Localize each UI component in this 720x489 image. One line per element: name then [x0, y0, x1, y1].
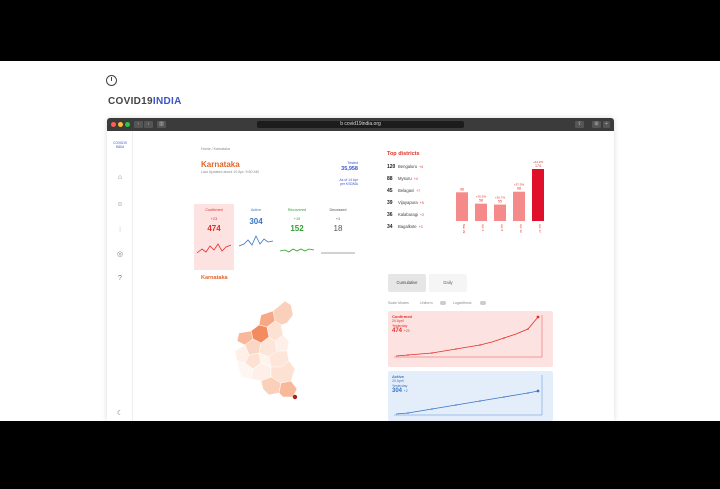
log-toggle[interactable] — [480, 301, 486, 305]
bar-chart-icon[interactable]: ⫶ — [116, 227, 124, 235]
bar[interactable] — [532, 169, 544, 221]
bar[interactable] — [456, 192, 468, 221]
uniform-toggle-label: Uniform — [420, 301, 433, 305]
district-row: 45 Belagavi +7 — [387, 188, 421, 194]
globe-icon[interactable]: ◎ — [116, 251, 124, 259]
bar-date-label: Apr 8 — [500, 224, 504, 232]
stat-label: Active — [250, 208, 262, 212]
tabs-button[interactable]: ⊞ — [592, 121, 601, 128]
sidebar-logo: COVID19 INDIA — [113, 141, 127, 149]
deceased-sparkline — [321, 252, 355, 254]
covid-logo-icon — [106, 75, 117, 86]
users-icon[interactable]: ☺ — [116, 201, 124, 209]
last-updated: Last Updated about 10 Apr, 9:50 AM — [201, 170, 259, 174]
brand-title: COVID19INDIA — [108, 96, 182, 107]
tab-cumulative[interactable]: Cumulative — [388, 274, 426, 292]
address-bar[interactable]: b covid19india.org — [257, 121, 464, 128]
confirmed-chart-panel: Confirmed 20 April Yesterday 474 +23 — [388, 311, 553, 367]
stat-label: Deceased — [329, 208, 347, 212]
sidebar-toggle-button[interactable]: ▥ — [157, 121, 166, 128]
active-card[interactable]: Active 304 — [236, 204, 276, 270]
active-trend-chart — [394, 375, 543, 416]
stat-value: 18 — [333, 224, 343, 233]
add-tab-button[interactable]: + — [603, 121, 610, 128]
breadcrumb[interactable]: Home / Karnataka — [201, 147, 230, 151]
state-name: Karnataka — [201, 160, 240, 169]
log-toggle-label: Logarithmic — [453, 301, 472, 305]
recovered-card[interactable]: Recovered +19 152 — [277, 204, 317, 270]
district-row: 88 Mysuru +4 — [387, 176, 418, 182]
bar-value-label: 58 — [479, 199, 483, 203]
top-districts-title: Top districts — [387, 151, 420, 157]
letterbox-bottom — [0, 421, 720, 489]
main-content: Home / Karnataka Karnataka Last Updated … — [133, 131, 614, 421]
confirmed-card[interactable]: Confirmed +23 474 — [194, 204, 234, 270]
bar-date-label: Apr 17 — [538, 224, 542, 233]
uniform-toggle[interactable] — [440, 301, 446, 305]
maximize-dot-icon[interactable] — [125, 122, 130, 127]
tested-value: 35,958 — [341, 166, 358, 172]
stat-label: Confirmed — [205, 208, 223, 212]
dark-mode-icon[interactable]: ☾ — [116, 410, 124, 418]
letterbox-top — [0, 0, 720, 61]
stat-value: 304 — [249, 217, 263, 226]
bar[interactable] — [513, 191, 525, 221]
daily-bar-chart: 96 Mar 29 58+20.5% Apr 3 55+30.7% Apr 8 98+37.… — [456, 160, 544, 234]
forward-button[interactable]: › — [144, 121, 153, 128]
bar-delta-label: +20.5% — [476, 195, 487, 199]
stat-label: Recovered — [287, 208, 307, 212]
stat-delta: +19 — [293, 217, 301, 221]
active-chart-panel: Active 20 April Yesterday 304 +2 — [388, 371, 553, 421]
sidebar: COVID19 INDIA ⌂ ☺ ⫶ ◎ ? ☾ — [107, 131, 133, 421]
active-sparkline — [238, 235, 274, 247]
home-icon[interactable]: ⌂ — [116, 174, 124, 182]
bar[interactable] — [494, 204, 506, 221]
bar-date-label: Apr 12 — [519, 224, 523, 233]
map-region — [278, 380, 298, 398]
map-title: Karnataka — [201, 275, 228, 281]
minimize-dot-icon[interactable] — [118, 122, 123, 127]
bar-value-label: 98 — [517, 187, 521, 191]
presentation-slide: COVID19INDIA ‹ › ▥ b covid19india.org ⇪ … — [0, 61, 720, 421]
bar[interactable] — [475, 203, 487, 221]
tab-daily[interactable]: Daily — [429, 274, 467, 292]
bar-delta-label: +37.5% — [514, 183, 525, 187]
close-dot-icon[interactable] — [111, 122, 116, 127]
confirmed-sparkline — [196, 243, 232, 254]
confirmed-trend-chart — [394, 315, 543, 358]
map-marker — [292, 394, 298, 400]
district-row: 36 Kalaburagi +2 — [387, 212, 425, 218]
share-button[interactable]: ⇪ — [575, 121, 584, 128]
scale-modes-label: Scale Modes — [388, 301, 409, 305]
district-row: 34 Bagalkote +3 — [387, 224, 423, 230]
bar-value-label: 174 — [535, 164, 541, 168]
tested-label: Tested — [347, 161, 358, 165]
tested-source[interactable]: per KSDMA — [323, 182, 358, 186]
stat-value: 474 — [207, 224, 221, 233]
browser-toolbar: ‹ › ▥ b covid19india.org ⇪ ⊞ + — [107, 118, 614, 131]
browser-window: ‹ › ▥ b covid19india.org ⇪ ⊞ + COVID19 I… — [107, 118, 614, 421]
bar-value-label: 55 — [498, 200, 502, 204]
bar-delta-label: +30.7% — [495, 196, 506, 200]
bar-value-label: 96 — [460, 187, 464, 191]
bar-date-label: Apr 3 — [481, 224, 485, 232]
district-row: 120 Bengaluru +4 — [387, 164, 424, 170]
recovered-sparkline — [279, 248, 315, 253]
help-icon[interactable]: ? — [116, 275, 124, 283]
stat-delta: +1 — [335, 217, 341, 221]
karnataka-map[interactable] — [223, 301, 323, 421]
stat-delta: +23 — [210, 217, 218, 221]
stat-value: 152 — [290, 224, 304, 233]
back-button[interactable]: ‹ — [134, 121, 143, 128]
bar-date-label: Mar 29 — [462, 224, 466, 234]
deceased-card[interactable]: Deceased +1 18 — [318, 204, 358, 270]
district-row: 39 Vijayapura +5 — [387, 200, 424, 206]
bar-delta-label: +44.3% — [533, 160, 544, 164]
